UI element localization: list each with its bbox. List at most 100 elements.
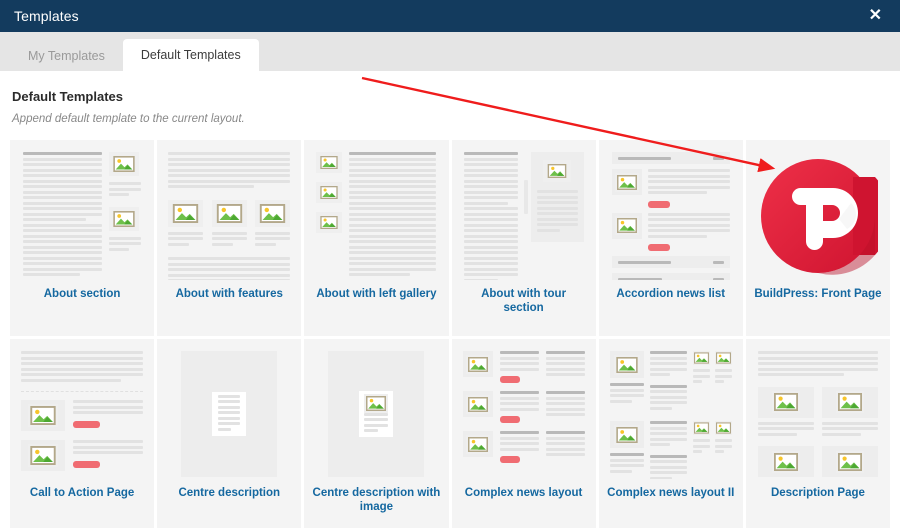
placeholder-line	[647, 212, 730, 216]
placeholder-line	[649, 432, 687, 435]
placeholder-line	[649, 437, 687, 441]
placeholder-line	[463, 229, 518, 232]
placeholder-line	[109, 242, 142, 245]
placeholder-line	[109, 236, 142, 240]
placeholder-line	[647, 191, 707, 194]
image-placeholder-icon	[316, 212, 343, 233]
placeholder-line	[536, 195, 578, 199]
template-label[interactable]: Accordion news list	[616, 287, 725, 301]
template-card[interactable]: About with left gallery	[304, 140, 449, 336]
placeholder-line	[255, 231, 291, 235]
placeholder-line	[692, 450, 703, 453]
placeholder-line	[349, 174, 437, 177]
image-placeholder-icon	[614, 172, 639, 192]
template-label[interactable]: About with left gallery	[316, 287, 436, 301]
placeholder-line	[23, 201, 103, 205]
placeholder-line	[692, 380, 703, 383]
template-card[interactable]: Call to Action Page	[10, 339, 155, 528]
template-card[interactable]: About with features	[157, 140, 302, 336]
template-thumbnail	[754, 351, 882, 479]
template-label[interactable]: Complex news layout	[465, 486, 583, 500]
template-card[interactable]: Centre description with image	[304, 339, 449, 528]
template-label[interactable]: Description Page	[771, 486, 865, 500]
section-header: Default Templates Append default templat…	[0, 71, 900, 125]
placeholder-line	[218, 405, 241, 409]
image-placeholder-icon	[316, 182, 343, 203]
placeholder-line	[463, 278, 499, 280]
placeholder-line	[545, 396, 585, 400]
placeholder-line	[109, 193, 129, 196]
placeholder-line	[821, 432, 862, 436]
placeholder-line	[109, 247, 129, 251]
placeholder-line	[364, 412, 389, 416]
placeholder-line	[218, 394, 241, 398]
placeholder-line	[23, 218, 87, 221]
placeholder-line	[349, 179, 437, 183]
placeholder-line	[463, 190, 518, 194]
template-card[interactable]: Centre description	[157, 339, 302, 528]
close-icon[interactable]: ✕	[865, 6, 886, 26]
tab-my-templates[interactable]: My Templates	[10, 41, 123, 71]
placeholder-line	[168, 231, 204, 235]
tab-default-templates[interactable]: Default Templates	[122, 39, 259, 71]
placeholder-line	[23, 251, 103, 254]
buildpress-logo	[754, 152, 882, 280]
placeholder-line	[463, 212, 518, 216]
template-label[interactable]: About with features	[176, 287, 283, 301]
template-label[interactable]: Complex news layout II	[607, 486, 734, 500]
placeholder-line	[545, 356, 585, 360]
image-placeholder-icon	[211, 199, 247, 227]
placeholder-line	[647, 218, 730, 221]
template-thumbnail	[460, 152, 588, 280]
placeholder-line	[714, 374, 732, 378]
placeholder-line	[536, 190, 578, 193]
placeholder-line	[609, 458, 644, 462]
template-label[interactable]: Call to Action Page	[30, 486, 134, 500]
placeholder-line	[463, 152, 518, 155]
placeholder-line	[463, 168, 518, 172]
placeholder-line	[545, 453, 585, 456]
placeholder-line	[463, 251, 518, 254]
placeholder-line	[692, 444, 710, 448]
template-label[interactable]: About with tour section	[460, 287, 588, 316]
placeholder-line	[649, 476, 672, 479]
placeholder-line	[168, 237, 204, 240]
placeholder-line	[364, 418, 389, 421]
placeholder-line	[73, 440, 144, 443]
placeholder-line	[536, 206, 578, 210]
placeholder-line	[168, 273, 291, 277]
placeholder-line	[649, 465, 687, 469]
placeholder-line	[211, 237, 247, 240]
template-card[interactable]: Description Page	[745, 339, 890, 528]
placeholder-line	[21, 378, 122, 382]
dialog-titlebar: Templates ✕	[0, 0, 900, 32]
image-placeholder-icon	[109, 206, 140, 231]
template-label[interactable]: Centre description with image	[312, 486, 441, 515]
placeholder-line	[23, 273, 80, 276]
template-card[interactable]: BuildPress: Front Page	[745, 140, 890, 336]
placeholder-line	[23, 262, 103, 265]
placeholder-line	[545, 442, 585, 445]
template-card[interactable]: About section	[10, 140, 155, 336]
template-card[interactable]: About with tour section	[451, 140, 596, 336]
template-thumbnail	[165, 152, 293, 280]
placeholder-line	[609, 383, 644, 386]
placeholder-line	[757, 432, 798, 436]
accent-pill	[647, 244, 670, 251]
accent-pill	[647, 200, 670, 208]
template-label[interactable]: BuildPress: Front Page	[754, 287, 881, 301]
placeholder-line	[757, 362, 878, 365]
placeholder-line	[349, 168, 437, 172]
image-placeholder-icon	[835, 450, 864, 473]
template-card[interactable]: Accordion news list	[598, 140, 743, 336]
template-label[interactable]: About section	[44, 287, 121, 301]
placeholder-line	[545, 373, 585, 376]
placeholder-line	[168, 174, 291, 177]
template-label[interactable]: Centre description	[178, 486, 280, 500]
placeholder-line	[109, 182, 142, 185]
placeholder-line	[649, 406, 672, 410]
placeholder-line	[349, 185, 437, 188]
template-card[interactable]: Complex news layout	[451, 339, 596, 528]
page-subtitle: Append default template to the current l…	[12, 113, 245, 125]
template-card[interactable]: Complex news layout II	[598, 339, 743, 528]
